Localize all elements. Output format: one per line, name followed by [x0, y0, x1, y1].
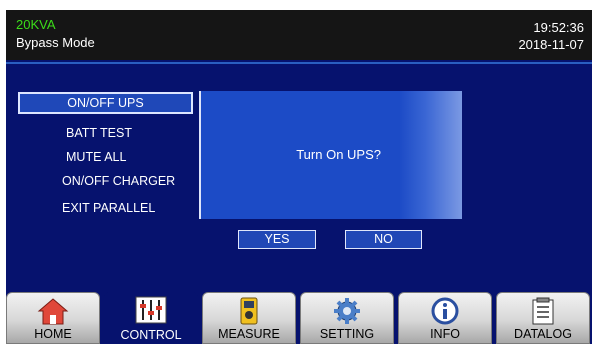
- menu-item-mute-all[interactable]: MUTE ALL: [66, 150, 126, 164]
- tab-measure[interactable]: MEASURE: [202, 292, 296, 344]
- menu-item-batt-test[interactable]: BATT TEST: [66, 126, 132, 140]
- menu-item-on-off-charger[interactable]: ON/OFF CHARGER: [62, 174, 175, 188]
- ups-screen: 20KVA Bypass Mode 19:52:36 2018-11-07 ON…: [6, 10, 592, 344]
- tab-measure-label: MEASURE: [218, 327, 280, 341]
- tab-setting[interactable]: SETTING: [300, 292, 394, 344]
- tab-home-label: HOME: [34, 327, 72, 341]
- menu-item-on-off-ups[interactable]: ON/OFF UPS: [18, 92, 193, 114]
- dialog-message: Turn On UPS?: [296, 147, 381, 162]
- tab-setting-label: SETTING: [319, 327, 375, 341]
- home-icon: [37, 298, 69, 325]
- no-button[interactable]: NO: [345, 230, 422, 249]
- menu-item-exit-parallel[interactable]: EXIT PARALLEL: [62, 201, 155, 215]
- gear-icon: [334, 298, 360, 324]
- tab-info[interactable]: INFO: [398, 292, 492, 344]
- yes-button[interactable]: YES: [238, 230, 316, 249]
- confirm-dialog: Turn On UPS?: [199, 91, 462, 219]
- tab-home[interactable]: HOME: [6, 292, 100, 344]
- tab-datalog[interactable]: DATALOG: [496, 292, 590, 344]
- sliders-icon: [135, 296, 167, 324]
- clock-time: 19:52:36: [533, 20, 584, 35]
- clock-date: 2018-11-07: [518, 37, 584, 52]
- tab-info-label: INFO: [430, 327, 460, 341]
- meter-icon: [240, 297, 258, 325]
- header-divider: [6, 62, 592, 64]
- tab-control[interactable]: CONTROL: [104, 292, 198, 344]
- clipboard-icon: [532, 297, 554, 325]
- info-icon: [431, 297, 459, 325]
- operating-mode: Bypass Mode: [16, 35, 95, 50]
- status-header: 20KVA Bypass Mode 19:52:36 2018-11-07: [6, 10, 592, 60]
- tab-datalog-label: DATALOG: [514, 327, 572, 341]
- tab-control-label: CONTROL: [120, 328, 182, 342]
- power-rating: 20KVA: [16, 17, 56, 32]
